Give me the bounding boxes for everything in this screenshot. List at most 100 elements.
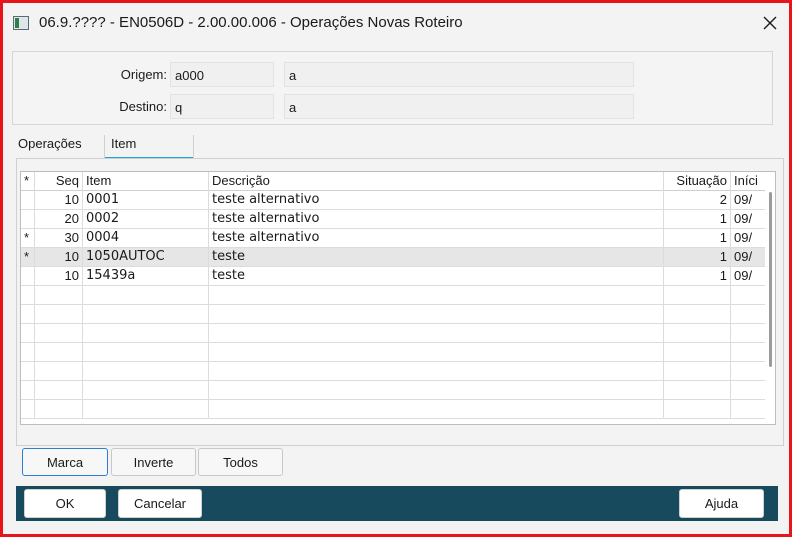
table-row[interactable]: * 10 1050AUTOC teste 1 09/ (21, 248, 765, 267)
cell-item: 15439a (83, 267, 209, 286)
empty-row[interactable] (21, 286, 765, 305)
empty-row[interactable] (21, 324, 765, 343)
col-header-item[interactable]: Item (83, 172, 209, 191)
cell-seq: 10 (35, 267, 83, 286)
tab-bar: Operações Item (12, 131, 773, 161)
items-grid[interactable]: * Seq Item Descrição Situação Iníci 10 00… (20, 171, 776, 425)
table-row[interactable]: 10 0001 teste alternativo 2 09/ (21, 191, 765, 210)
col-header-situacao[interactable]: Situação (664, 172, 731, 191)
cell-descricao (209, 305, 664, 324)
vertical-scrollbar[interactable] (765, 172, 775, 424)
inverte-button[interactable]: Inverte (111, 448, 196, 476)
cell-item: 0001 (83, 191, 209, 210)
cell-inicio: 09/ (734, 230, 753, 245)
origem-label: Origem: (120, 67, 167, 82)
cell-inicio (731, 362, 765, 381)
empty-row[interactable] (21, 400, 765, 419)
cell-situacao (664, 286, 731, 305)
cell-situacao (664, 343, 731, 362)
cell-seq (35, 381, 83, 400)
close-button[interactable] (755, 9, 785, 37)
col-header-inicio[interactable]: Iníci (731, 172, 765, 191)
empty-row[interactable] (21, 343, 765, 362)
cell-item (83, 324, 209, 343)
marca-button[interactable]: Marca (22, 448, 108, 476)
app-icon (13, 16, 29, 30)
cell-item: 0002 (83, 210, 209, 229)
cell-inicio: 09/ (734, 211, 753, 226)
cell-situacao (664, 400, 731, 419)
cell-item: 1050AUTOC (83, 248, 209, 267)
grid-panel: * Seq Item Descrição Situação Iníci 10 00… (16, 158, 784, 446)
cell-inicio (731, 305, 765, 324)
destino-code-field[interactable]: q (170, 94, 274, 119)
cell-item: 0004 (83, 229, 209, 248)
grid-header-row: * Seq Item Descrição Situação Iníci (21, 172, 765, 191)
header-panel: Origem: a000 a Destino: q a (12, 51, 773, 125)
cell-inicio (731, 343, 765, 362)
cell-seq (35, 305, 83, 324)
cell-descricao: teste alternativo (209, 229, 664, 248)
cell-inicio: 09/ (734, 268, 753, 283)
cell-inicio: 09/ (734, 192, 753, 207)
vertical-scroll-thumb[interactable] (769, 192, 772, 367)
cell-mark (21, 286, 35, 305)
cell-descricao: teste alternativo (209, 191, 664, 210)
cell-descricao: teste (209, 248, 664, 267)
cell-seq: 10 (35, 248, 83, 267)
cell-descricao (209, 324, 664, 343)
cell-mark (21, 362, 35, 381)
destino-desc-field: a (284, 94, 634, 119)
title-bar: 06.9.???? - EN0506D - 2.00.00.006 - Oper… (3, 3, 789, 43)
footer-bar: OK Cancelar Ajuda (16, 486, 778, 521)
cell-seq (35, 400, 83, 419)
cell-situacao: 1 (664, 267, 731, 286)
destino-label: Destino: (119, 99, 167, 114)
table-row[interactable]: * 30 0004 teste alternativo 1 09/ (21, 229, 765, 248)
ajuda-button[interactable]: Ajuda (679, 489, 764, 518)
cell-descricao (209, 400, 664, 419)
cell-item (83, 381, 209, 400)
cell-descricao: teste alternativo (209, 210, 664, 229)
cell-mark (21, 324, 35, 343)
todos-button[interactable]: Todos (198, 448, 283, 476)
cell-seq (35, 324, 83, 343)
cell-situacao: 2 (664, 191, 731, 210)
window-title: 06.9.???? - EN0506D - 2.00.00.006 - Oper… (39, 14, 463, 31)
empty-row[interactable] (21, 305, 765, 324)
cell-situacao: 1 (664, 210, 731, 229)
ok-button[interactable]: OK (24, 489, 106, 518)
cell-item (83, 286, 209, 305)
cell-seq: 10 (35, 191, 83, 210)
cell-inicio: 09/ (734, 249, 753, 264)
cell-situacao: 1 (664, 229, 731, 248)
cell-inicio (731, 324, 765, 343)
table-row[interactable]: 20 0002 teste alternativo 1 09/ (21, 210, 765, 229)
cell-mark (21, 191, 35, 210)
empty-row[interactable] (21, 381, 765, 400)
cell-inicio (731, 400, 765, 419)
col-header-descricao[interactable]: Descrição (209, 172, 664, 191)
cell-situacao (664, 362, 731, 381)
cancelar-button[interactable]: Cancelar (118, 489, 202, 518)
cell-mark: * (21, 248, 35, 267)
cell-seq (35, 343, 83, 362)
cell-mark (21, 343, 35, 362)
col-header-seq[interactable]: Seq (35, 172, 83, 191)
cell-descricao (209, 362, 664, 381)
cell-seq: 30 (35, 229, 83, 248)
cell-descricao: teste (209, 267, 664, 286)
cell-situacao (664, 381, 731, 400)
origem-code-field[interactable]: a000 (170, 62, 274, 87)
empty-row[interactable] (21, 362, 765, 381)
cell-mark: * (21, 229, 35, 248)
cell-descricao (209, 381, 664, 400)
col-header-mark[interactable]: * (21, 172, 35, 191)
cell-mark (21, 267, 35, 286)
cell-situacao (664, 324, 731, 343)
cell-item (83, 305, 209, 324)
cell-situacao (664, 305, 731, 324)
cell-item (83, 362, 209, 381)
cell-item (83, 400, 209, 419)
table-row[interactable]: 10 15439a teste 1 09/ (21, 267, 765, 286)
